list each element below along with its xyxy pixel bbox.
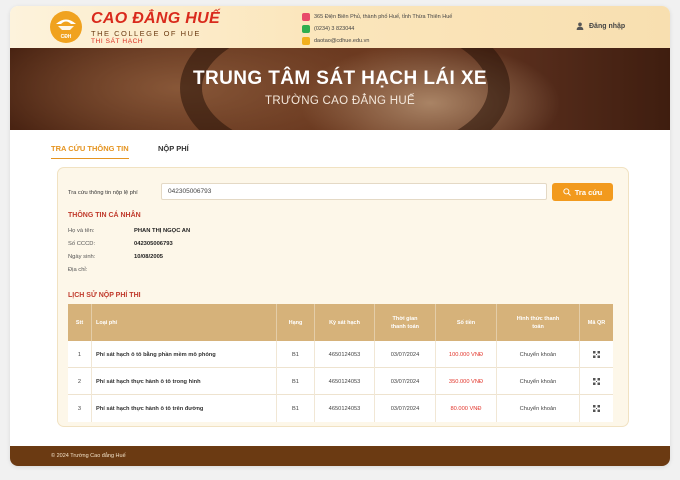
info-label: Ngày sinh: [68, 254, 96, 260]
footer-copyright: © 2024 Trường Cao đẳng Huế [51, 453, 126, 459]
brand-subtitle: THE COLLEGE OF HUE [91, 29, 201, 38]
column-header: Loại phí [92, 304, 277, 341]
contact-phone: (0234) 3 823044 [302, 23, 452, 34]
cell-payment-method: Chuyển khoản [497, 341, 580, 368]
table-row: 1 Phí sát hạch ô tô bằng phần mềm mô phỏ… [68, 341, 613, 368]
logo-emblem-icon: CĐH [51, 12, 81, 42]
qr-cell[interactable] [580, 368, 613, 395]
banner-title: TRUNG TÂM SÁT HẠCH LÁI XE [193, 68, 487, 89]
info-label: Địa chỉ: [68, 267, 88, 273]
cell-fee-type: Phí sát hạch thực hành ô tô trong hình [92, 368, 277, 395]
table-row: 3 Phí sát hạch thực hành ô tô trên đường… [68, 395, 613, 422]
column-header: Hạng [277, 304, 315, 341]
cell-class: B1 [277, 395, 315, 422]
cell-paid-date: 03/07/2024 [375, 395, 436, 422]
qr-code-icon[interactable] [593, 378, 600, 385]
lookup-card: Tra cứu thông tin nộp lệ phí Tra cứu THÔ… [57, 167, 629, 427]
site-footer: © 2024 Trường Cao đẳng Huế [10, 446, 670, 466]
phone-icon [302, 24, 310, 33]
column-header: Mã QR [587, 319, 606, 326]
contact-address-text: 365 Điện Biên Phủ, thành phố Huế, tỉnh T… [314, 13, 453, 20]
location-icon [302, 12, 310, 21]
cell-stt: 3 [68, 395, 92, 422]
column-header: Hình thức thanh toán [497, 304, 580, 341]
column-header: Thời gian thanh toán [375, 304, 436, 341]
cell-exam-period: 4650124053 [315, 341, 375, 368]
info-value: PHAN THỊ NGỌC AN [134, 228, 191, 234]
history-title: LỊCH SỬ NỘP PHÍ THI [68, 292, 141, 299]
college-logo[interactable]: CĐH [50, 11, 82, 43]
tab-pay-fee[interactable]: NỘP PHÍ [158, 144, 189, 153]
cell-exam-period: 4650124053 [315, 368, 375, 395]
mail-icon [302, 36, 310, 45]
info-label: Họ và tên: [68, 228, 95, 234]
login-link[interactable]: Đăng nhập [576, 22, 625, 30]
contact-email-text[interactable]: daotao@cdhue.edu.vn [314, 38, 369, 44]
logo-text: CĐH [61, 34, 72, 40]
contact-info: 365 Điện Biên Phủ, thành phố Huế, tỉnh T… [302, 11, 452, 47]
site-header: CĐH CAO ĐẲNG HUẾ THE COLLEGE OF HUE THI … [10, 6, 670, 48]
brand-name: CAO ĐẲNG HUẾ [91, 10, 220, 27]
brand-block[interactable]: CAO ĐẲNG HUẾ THE COLLEGE OF HUE THI SÁT … [91, 11, 220, 46]
contact-email: daotao@cdhue.edu.vn [302, 35, 452, 46]
column-header: Số tiền [436, 304, 497, 341]
cell-payment-method: Chuyển khoản [497, 368, 580, 395]
user-icon [576, 22, 584, 30]
cell-stt: 2 [68, 368, 92, 395]
contact-phone-text: (0234) 3 823044 [314, 25, 355, 32]
page-frame: CĐH CAO ĐẲNG HUẾ THE COLLEGE OF HUE THI … [10, 6, 670, 466]
cell-class: B1 [277, 341, 315, 368]
cell-amount: 100.000 VNĐ [436, 341, 497, 368]
table-row: 2 Phí sát hạch thực hành ô tô trong hình… [68, 368, 613, 395]
hero-banner: TRUNG TÂM SÁT HẠCH LÁI XE TRƯỜNG CAO ĐẲN… [10, 48, 670, 130]
login-label: Đăng nhập [589, 22, 626, 30]
banner-subtitle: TRƯỜNG CAO ĐẲNG HUẾ [265, 95, 415, 107]
cell-paid-date: 03/07/2024 [375, 368, 436, 395]
cell-amount: 350.000 VNĐ [436, 368, 497, 395]
info-value: 042305006793 [134, 241, 173, 247]
cell-payment-method: Chuyển khoản [497, 395, 580, 422]
search-button-label: Tra cứu [574, 187, 603, 197]
search-input[interactable] [161, 183, 547, 200]
search-button[interactable]: Tra cứu [552, 183, 613, 201]
qr-code-icon[interactable] [593, 351, 600, 358]
search-label: Tra cứu thông tin nộp lệ phí [68, 190, 138, 196]
contact-address: 365 Điện Biên Phủ, thành phố Huế, tỉnh T… [302, 11, 452, 22]
cell-fee-type: Phí sát hạch ô tô bằng phần mềm mô phỏng [92, 341, 277, 368]
qr-cell[interactable] [580, 395, 613, 422]
cell-exam-period: 4650124053 [315, 395, 375, 422]
info-label: Số CCCD: [68, 241, 96, 247]
search-icon [563, 188, 571, 196]
cell-class: B1 [277, 368, 315, 395]
qr-code-icon[interactable] [593, 405, 600, 412]
tab-lookup[interactable]: TRA CỨU THÔNG TIN [51, 144, 129, 159]
table-header: Stt Loại phí Hạng Kỳ sát hạch Thời gian … [68, 304, 613, 341]
column-header: Stt [68, 304, 92, 341]
personal-info-title: THÔNG TIN CÁ NHÂN [68, 212, 141, 219]
cell-stt: 1 [68, 341, 92, 368]
cell-paid-date: 03/07/2024 [375, 341, 436, 368]
brand-tagline: THI SÁT HẠCH [91, 38, 144, 45]
qr-cell[interactable] [580, 341, 613, 368]
info-value: 10/08/2005 [134, 254, 164, 260]
cell-amount: 80.000 VNĐ [436, 395, 497, 422]
cell-fee-type: Phí sát hạch thực hành ô tô trên đường [92, 395, 277, 422]
column-header: Kỳ sát hạch [315, 304, 375, 341]
